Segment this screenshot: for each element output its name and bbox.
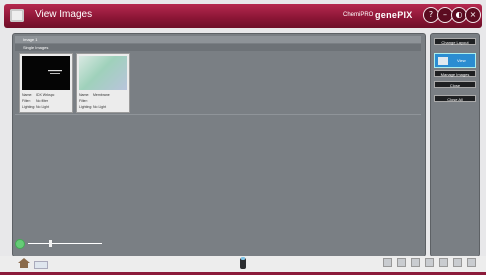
lighting-row: Lighting: No Light [79, 105, 107, 109]
view-label: View [457, 58, 466, 63]
close-button[interactable]: × [465, 7, 481, 23]
single-images-header: Single Images [15, 44, 421, 51]
image-panel: Image 1 Single Images Name: IDX Wrkspc Fi… [12, 33, 426, 257]
manage-images-button[interactable]: Manage Images [434, 70, 476, 77]
app-icon [10, 9, 24, 22]
home-icon[interactable] [18, 258, 30, 268]
close-image-button[interactable]: Close [434, 81, 476, 88]
filter-row: Filter: [79, 99, 88, 103]
name-row: Name: Membrane [79, 93, 110, 97]
zoom-slider[interactable] [28, 243, 102, 244]
name-row: Name: IDX Wrkspc [22, 93, 55, 97]
title-bar: View Images ChemiPRO genePIX ? – ◐ × [4, 4, 482, 28]
camera-device-icon[interactable] [236, 256, 250, 272]
image-thumbnail[interactable]: Name: IDX Wrkspc Filter: No filter Lightin… [19, 53, 73, 113]
toolbar-icon[interactable] [383, 258, 392, 267]
filter-row: Filter: No filter [22, 99, 49, 103]
side-panel: Change Layout View Manage Images Close C… [430, 33, 480, 257]
lighting-row: Lighting: No Light [22, 105, 50, 109]
brand-chemipro: ChemiPRO [343, 12, 374, 18]
user-login-icon[interactable] [34, 261, 48, 269]
view-icon [438, 57, 448, 65]
band-marks [48, 70, 62, 74]
toolbar-icon[interactable] [467, 258, 476, 267]
toolbar-icon[interactable] [411, 258, 420, 267]
image-thumbnail[interactable]: Name: Membrane Filter: Lighting: No Light [76, 53, 130, 113]
brand-genepix: genePIX [375, 10, 413, 20]
toolbar-icon[interactable] [397, 258, 406, 267]
change-layout-button[interactable]: Change Layout [434, 38, 476, 45]
zoom-icon [15, 239, 25, 249]
close-all-button[interactable]: Close All [434, 95, 476, 102]
zoom-slider-handle[interactable] [49, 240, 53, 247]
view-button[interactable]: View [434, 53, 476, 68]
window-title: View Images [35, 9, 93, 20]
toolbar-icon[interactable] [453, 258, 462, 267]
divider [15, 114, 421, 115]
thumbnail-image [79, 56, 127, 90]
image-header: Image 1 [15, 36, 421, 43]
thumbnail-image [22, 56, 70, 90]
toolbar-icon[interactable] [439, 258, 448, 267]
toolbar-icon[interactable] [425, 258, 434, 267]
